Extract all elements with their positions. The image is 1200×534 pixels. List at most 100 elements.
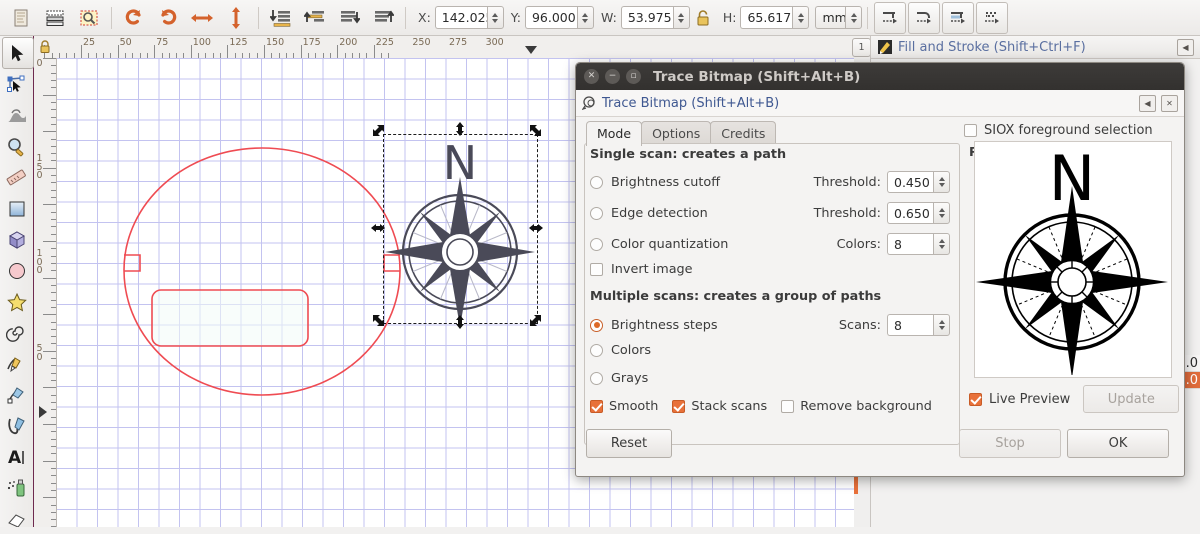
edge-threshold-field[interactable]: 0.650 <box>887 202 950 224</box>
lock-ratio-icon[interactable] <box>691 2 715 34</box>
resize-handle-s[interactable] <box>453 315 467 329</box>
tab-mode[interactable]: Mode <box>586 121 643 146</box>
option-grays[interactable]: Grays <box>590 371 648 386</box>
lower-icon[interactable] <box>333 2 365 34</box>
reset-button[interactable]: Reset <box>586 429 672 458</box>
brightness-threshold-field[interactable]: 0.450 <box>887 171 950 193</box>
stack-scans-checkbox[interactable] <box>672 400 686 413</box>
colors-radio[interactable] <box>590 344 603 357</box>
star-icon[interactable] <box>2 287 32 317</box>
raise-icon[interactable] <box>299 2 331 34</box>
spray-can-icon[interactable] <box>2 473 32 503</box>
y-field[interactable]: 96.000 <box>524 6 594 29</box>
option-edge-detection[interactable]: Edge detection Threshold: 0.650 <box>590 200 950 226</box>
brightness-steps-radio[interactable] <box>590 318 603 332</box>
close-icon[interactable]: ✕ <box>584 69 599 84</box>
units-value[interactable]: mm <box>815 6 847 29</box>
units-select[interactable]: mm <box>815 6 863 29</box>
scans-field[interactable]: 8 <box>887 314 950 336</box>
width-value[interactable]: 53.975 <box>620 6 673 29</box>
x-field[interactable]: 142.025 <box>434 6 504 29</box>
affect-gradients-icon[interactable] <box>942 1 975 34</box>
edge-threshold-value[interactable]: 0.650 <box>887 202 933 224</box>
circle-icon[interactable] <box>2 256 32 286</box>
scans-value[interactable]: 8 <box>887 314 933 336</box>
raise-to-top-icon[interactable] <box>265 2 297 34</box>
calligraphy-pen-icon[interactable] <box>2 411 32 441</box>
trace-bitmap-icon[interactable] <box>73 2 105 34</box>
resize-handle-se[interactable] <box>528 314 542 328</box>
rotate-cw-icon[interactable] <box>152 2 184 34</box>
document-icon[interactable] <box>5 2 37 34</box>
smooth-checkbox[interactable] <box>590 400 603 413</box>
node-editor-icon[interactable] <box>2 70 32 100</box>
stop-button[interactable]: Stop <box>959 429 1061 458</box>
chevron-left-icon[interactable]: ◀ <box>1177 38 1194 56</box>
ok-button[interactable]: OK <box>1067 429 1169 458</box>
live-preview-checkbox[interactable] <box>969 392 982 406</box>
resize-handle-nw[interactable] <box>372 123 386 137</box>
flip-vertical-icon[interactable] <box>220 2 252 34</box>
magnifier-icon[interactable] <box>2 132 32 162</box>
vertical-ruler[interactable]: 0 150 100 50 <box>34 58 57 527</box>
dock-float-icon[interactable]: ◀ <box>1139 94 1156 112</box>
lower-to-bottom-icon[interactable] <box>367 2 399 34</box>
rotate-ccw-icon[interactable] <box>118 2 150 34</box>
trace-bitmap-dialog[interactable]: ✕ − ▫ Trace Bitmap (Shift+Alt+B) Trace B… <box>575 62 1185 477</box>
pen-icon[interactable] <box>2 380 32 410</box>
height-field[interactable]: 65.617 <box>740 6 810 29</box>
edge-detection-radio[interactable] <box>590 206 603 220</box>
letter-a-icon[interactable]: A <box>2 442 32 472</box>
trace-dialog-titlebar[interactable]: ✕ − ▫ Trace Bitmap (Shift+Alt+B) <box>576 63 1184 90</box>
y-value[interactable]: 96.000 <box>524 6 577 29</box>
option-colors[interactable]: Colors <box>590 343 651 358</box>
maximize-icon[interactable]: ▫ <box>626 69 641 84</box>
option-brightness-cutoff[interactable]: Brightness cutoff Threshold: 0.450 <box>590 169 950 195</box>
x-spinner[interactable] <box>486 6 504 29</box>
height-value[interactable]: 65.617 <box>740 6 793 29</box>
color-quantization-radio[interactable] <box>590 237 603 251</box>
page-number-badge[interactable]: 1 <box>852 38 871 57</box>
width-spinner[interactable] <box>672 6 690 29</box>
scans-spinner[interactable] <box>933 314 950 336</box>
x-value[interactable]: 142.025 <box>434 6 493 29</box>
resize-handle-sw[interactable] <box>372 314 386 328</box>
resize-handle-w[interactable] <box>371 221 385 235</box>
brightness-cutoff-radio[interactable] <box>590 175 603 189</box>
colors-field[interactable]: 8 <box>887 233 950 255</box>
square-icon[interactable] <box>2 194 32 224</box>
option-color-quantization[interactable]: Color quantization Colors: 8 <box>590 231 950 257</box>
brightness-threshold-spinner[interactable] <box>933 171 950 193</box>
dock-header[interactable]: Fill and Stroke (Shift+Ctrl+F) ◀ <box>871 36 1200 59</box>
affect-stroke-icon[interactable] <box>874 1 907 34</box>
remove-background-checkbox[interactable] <box>781 400 795 413</box>
y-spinner[interactable] <box>576 6 594 29</box>
panel-close-icon[interactable]: ✕ <box>1161 94 1178 112</box>
resize-handle-e[interactable] <box>529 221 543 235</box>
compass-rose-bitmap[interactable]: N <box>371 122 543 329</box>
resize-handle-n[interactable] <box>453 122 467 136</box>
ruler-icon[interactable] <box>2 163 32 193</box>
flip-horizontal-icon[interactable] <box>186 2 218 34</box>
width-field[interactable]: 53.975 <box>620 6 690 29</box>
units-spinner[interactable] <box>845 6 863 29</box>
siox-checkbox[interactable] <box>964 124 977 137</box>
minimize-icon[interactable]: − <box>605 69 620 84</box>
circle-outline-shape[interactable] <box>117 143 407 403</box>
brightness-threshold-value[interactable]: 0.450 <box>887 171 933 193</box>
lock-guides-icon[interactable] <box>36 38 54 56</box>
invert-image-checkbox[interactable] <box>590 263 603 276</box>
colors-value[interactable]: 8 <box>887 233 933 255</box>
tweak-icon[interactable] <box>2 101 32 131</box>
edge-threshold-spinner[interactable] <box>933 202 950 224</box>
affect-corners-icon[interactable] <box>908 1 941 34</box>
siox-foreground-row[interactable]: SIOX foreground selection <box>964 123 1153 138</box>
update-button[interactable]: Update <box>1083 385 1180 413</box>
selector-tool[interactable] <box>2 37 34 69</box>
colors-spinner[interactable] <box>933 233 950 255</box>
rounded-rectangle-shape[interactable] <box>150 288 310 348</box>
eraser-icon[interactable] <box>2 504 32 534</box>
grays-radio[interactable] <box>590 372 603 385</box>
affect-patterns-icon[interactable] <box>976 1 1009 34</box>
height-spinner[interactable] <box>792 6 810 29</box>
